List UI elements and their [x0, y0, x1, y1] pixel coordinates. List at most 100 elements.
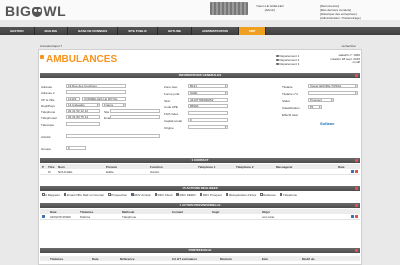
fiva-field[interactable] [188, 111, 228, 115]
telephone2-label: Téléphone2 [41, 116, 57, 120]
filter-rdv-demo[interactable]: RDV DEMO [176, 193, 196, 197]
dept-select[interactable]: 14 Calvados [66, 103, 100, 107]
user-role: [Admin] [264, 8, 275, 12]
delete-prev-icon[interactable] [355, 215, 358, 218]
filter-prospection[interactable]: Prospection [108, 193, 127, 197]
departement-1-radio[interactable] [276, 54, 279, 58]
breadcrumb[interactable]: Annuaire/Ajout 7 [40, 44, 62, 48]
titulaire2-select[interactable] [308, 91, 358, 95]
adresse-field[interactable]: 19 Rue des Courlines [66, 84, 126, 88]
forme-juridique-select[interactable]: SARL [188, 91, 228, 95]
email-field[interactable] [110, 115, 160, 119]
filter-rdv-prospect[interactable]: RDV Prospect [199, 192, 222, 197]
add-portefeuille-icon[interactable] [355, 249, 358, 252]
telecopie-field[interactable] [66, 122, 100, 126]
zone-geo-select[interactable]: B121 [188, 84, 228, 88]
classification-select[interactable]: P1 [308, 105, 322, 109]
section-info-header[interactable]: INFORMATIONS GENERALES [40, 73, 360, 78]
nav-smp[interactable]: SMP [238, 27, 267, 35]
nav-gestion[interactable]: GESTION [0, 27, 35, 35]
nav-mailing[interactable]: MAILING [35, 27, 69, 35]
nav-hotline[interactable]: HOTLINE [158, 27, 193, 35]
contact-table-header: P Titre Nom Prénom Fonction Téléphone 1 … [40, 164, 360, 169]
filter-email-offre[interactable]: Email Offre Mail ou Courrier [63, 192, 105, 197]
admin-settings-link[interactable]: [Administration / Paramétrage] [320, 16, 361, 20]
site-label: Site [104, 110, 110, 114]
fiva-label: FIVA index [164, 112, 179, 116]
col-titre: Titre [48, 164, 55, 169]
titulaire-select[interactable]: Xavier EDORH-TOSSA [308, 84, 358, 88]
section-info-title: INFORMATIONS GENERALES [178, 73, 222, 77]
telephone2-field[interactable]: 02 31 83 75 14 [66, 115, 100, 119]
departement-2-radio[interactable] [276, 58, 279, 62]
search-link[interactable]: rechercher [342, 44, 356, 48]
col-sujet: Sujet [212, 209, 220, 214]
section-portefeuille-title: PORTEFEUILLE [188, 248, 212, 252]
col-prenom: Prénom [106, 164, 118, 169]
groupe-field[interactable]: 0 [66, 146, 86, 150]
contact-titre: M [48, 170, 51, 174]
record-meta: sakatch n° 1966 création 28 sept. 2015 m… [322, 53, 360, 65]
table-row[interactable]: 22/02/16 09h00 Patricia Téléphone voir c… [40, 215, 360, 220]
filter-telephone[interactable]: Téléphone [279, 193, 297, 197]
section-actions-header[interactable]: 15 ACTIONS REALISEES [40, 186, 360, 191]
nav-site-public[interactable]: SITE PUBLIC [118, 27, 158, 35]
zone-geo-label: Zone Géo [164, 85, 178, 89]
nav-administration[interactable]: ADMINISTRATION [192, 27, 239, 35]
company-title: AMBULANCES [46, 54, 118, 65]
ape-label: Code APE [164, 105, 178, 109]
cp-field[interactable]: 14123 [66, 97, 80, 101]
col-titulaires: Titulaires [50, 256, 64, 261]
section-contact-header[interactable]: 1 CONTACT [40, 158, 360, 163]
ville-field[interactable]: CORMELLES LE ROYAL [82, 97, 126, 101]
col-date: Date [50, 209, 57, 214]
capital-label: Capital social [164, 119, 182, 123]
col-methode: Méthode [122, 209, 135, 214]
telephone-field[interactable]: 02 31 52 12 12 [66, 109, 100, 113]
statut-select[interactable]: Prospect [308, 98, 334, 102]
col-reference: Référence [120, 256, 135, 261]
add-action-icon[interactable] [355, 187, 358, 190]
pays-select[interactable]: France [102, 103, 126, 107]
contact-nom: NOUCHEL [58, 170, 73, 174]
filter-recuperation[interactable]: Récupération d'infos [225, 193, 256, 197]
add-prev-action-icon[interactable] [355, 204, 358, 207]
add-contact-icon[interactable] [355, 159, 358, 162]
activite-field[interactable] [66, 134, 160, 138]
user-avatar [210, 2, 248, 15]
departement-3-radio[interactable] [276, 62, 279, 66]
filter-rdv-client[interactable]: RDV Client [154, 193, 172, 197]
nav-base-de-donnees[interactable]: BASE DE DONNEES [68, 27, 119, 35]
section-prev-header[interactable]: 1 ACTION PREVISIONNELLE [40, 203, 360, 208]
origine-select[interactable] [188, 125, 228, 129]
filter-label: RDV Annulé [134, 192, 151, 197]
delete-contact-icon[interactable] [355, 170, 358, 173]
filter-a-rappeler[interactable]: A Rappeler [42, 193, 60, 197]
siret-field[interactable]: 44107766600052 [188, 98, 228, 102]
section-portefeuille-header[interactable]: PORTEFEUILLE [40, 248, 360, 253]
ape-field[interactable]: 8690A [188, 104, 228, 108]
filter-label: Relances [263, 192, 276, 197]
titulaire-label: Titulaire [282, 85, 293, 89]
company-logo: Sofiane [320, 121, 334, 126]
table-row[interactable]: M NOUCHEL Eddie Gérant [40, 170, 360, 175]
departement-3-label: Département 3 [279, 62, 300, 66]
col-ca-estimation: CA HT estimation [172, 256, 197, 261]
filter-relances[interactable]: Relances [260, 193, 276, 197]
prev-objet: voir carte [262, 215, 275, 219]
capital-field[interactable]: 0 [188, 118, 228, 122]
site-field[interactable] [110, 109, 160, 113]
col-tel2: Téléphone 2 [236, 164, 254, 169]
edit-icon[interactable] [355, 74, 358, 77]
app-logo[interactable]: BIG WL [5, 3, 66, 19]
filter-label: RDV Prospect [202, 192, 222, 197]
portefeuille-table-header: Titulaires Date Référence CA HT estimati… [40, 256, 360, 261]
col-date: Date [338, 164, 345, 169]
filter-label: Email Offre Mail ou Courrier [67, 192, 105, 197]
edit-prev-icon[interactable] [351, 215, 354, 218]
filter-rdv-annule[interactable]: RDV Annulé [131, 192, 151, 197]
col-date: Date [92, 256, 99, 261]
adresse2-field[interactable] [66, 90, 126, 94]
origine-label: Origine [164, 126, 174, 130]
edit-contact-icon[interactable] [351, 170, 354, 173]
